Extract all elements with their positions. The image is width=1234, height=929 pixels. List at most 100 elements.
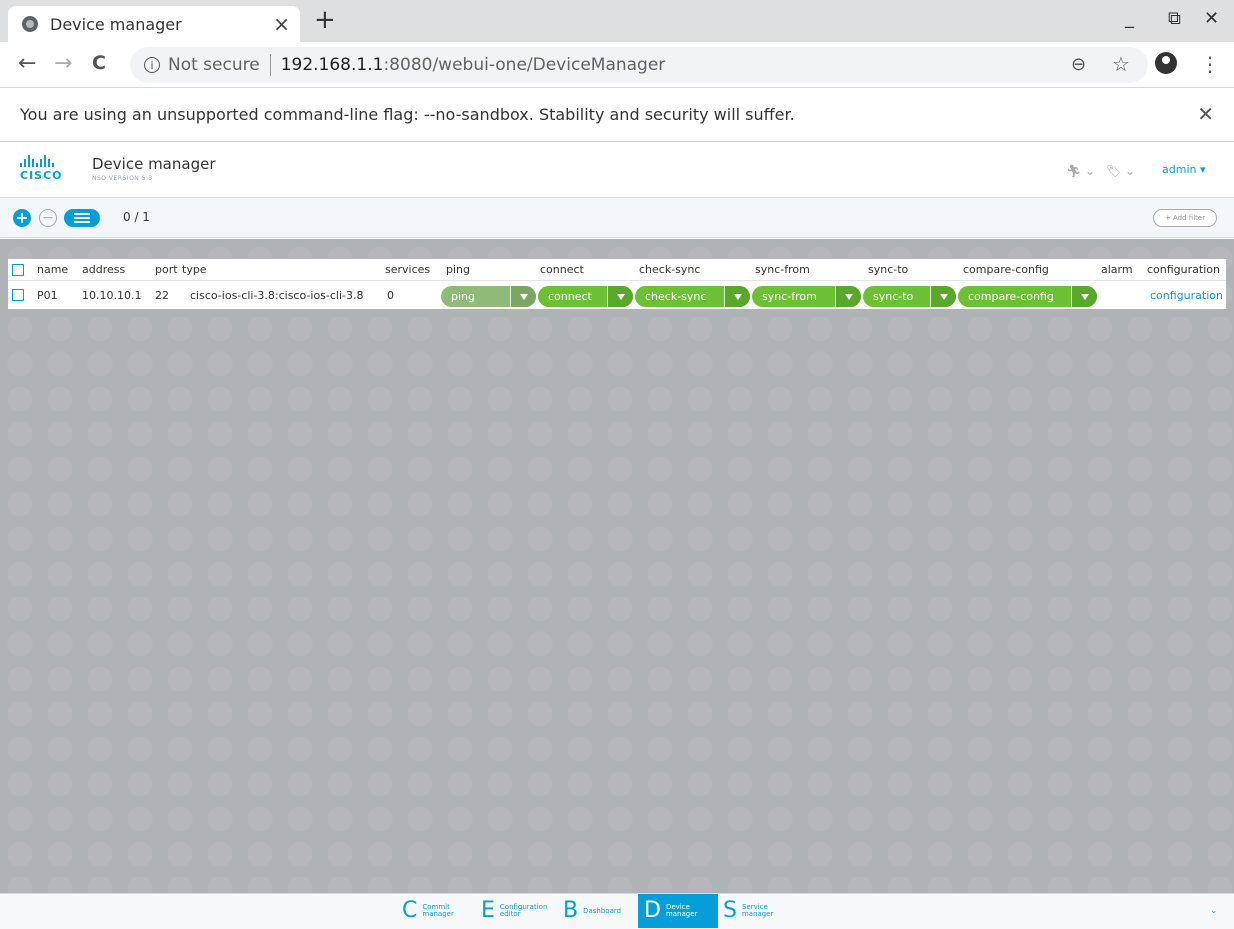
- cell-services: 0: [387, 288, 394, 302]
- browser-menu-icon[interactable]: ⋮: [1200, 52, 1220, 76]
- cisco-logo: CISCO: [20, 155, 63, 182]
- profile-avatar-icon[interactable]: [1155, 52, 1177, 74]
- remove-device-button[interactable]: −: [39, 209, 57, 227]
- cisco-bars-icon: [20, 155, 63, 167]
- device-table: name address port type services ping con…: [8, 259, 1226, 309]
- compare-config-label: compare-config: [968, 290, 1054, 303]
- warning-infobar: You are using an unsupported command-lin…: [0, 88, 1234, 142]
- sync-from-action-button[interactable]: sync-from: [752, 286, 861, 307]
- url-path: :8080/webui-one/DeviceManager: [383, 55, 666, 75]
- browser-tab-strip: Device manager × + _ ⧉ ✕: [0, 0, 1234, 42]
- col-address[interactable]: address: [82, 259, 125, 280]
- app-version: NSO VERSION 5.3: [92, 175, 153, 182]
- check-sync-action-button[interactable]: check-sync: [635, 286, 750, 307]
- col-port[interactable]: port: [155, 259, 178, 280]
- app-header: CISCO Device manager NSO VERSION 5.3 🏃︎ …: [0, 143, 1234, 198]
- zoom-icon[interactable]: ⊖: [1071, 54, 1086, 75]
- tag-icon[interactable]: 🏷︎ ⌄: [1106, 164, 1135, 178]
- add-filter-button[interactable]: + Add filter: [1153, 209, 1217, 227]
- select-all-checkbox[interactable]: [12, 263, 24, 276]
- sync-from-dropdown-icon[interactable]: [835, 286, 861, 307]
- connect-dropdown-icon[interactable]: [607, 286, 633, 307]
- tab-title: Device manager: [50, 14, 182, 34]
- compare-config-action-button[interactable]: compare-config: [958, 286, 1097, 307]
- col-sync-from[interactable]: sync-from: [755, 259, 810, 280]
- configuration-link[interactable]: configuration: [1150, 281, 1223, 309]
- dock-letter: B: [563, 898, 579, 923]
- selection-count: 0 / 1: [123, 210, 150, 224]
- dock-configuration-editor[interactable]: E Configuration editor: [481, 894, 559, 928]
- url-host: 192.168.1.1: [280, 55, 384, 75]
- bookmark-star-icon[interactable]: ☆: [1112, 52, 1130, 76]
- cell-name: P01: [37, 288, 58, 302]
- dock-letter: D: [644, 898, 661, 923]
- cell-address: 10.10.10.1: [82, 288, 142, 302]
- workspace: name address port type services ping con…: [0, 239, 1234, 893]
- col-configuration[interactable]: configuration: [1147, 259, 1220, 280]
- runner-icon[interactable]: 🏃︎ ⌄: [1066, 164, 1095, 178]
- dock-service-manager[interactable]: S Service manager: [721, 894, 801, 928]
- dock-label: Service manager: [741, 903, 774, 918]
- minimize-icon[interactable]: _: [1125, 8, 1134, 29]
- table-header: name address port type services ping con…: [8, 259, 1226, 281]
- dock-letter: S: [723, 898, 737, 923]
- add-device-button[interactable]: +: [13, 209, 31, 227]
- check-sync-dropdown-icon[interactable]: [724, 286, 750, 307]
- logo-text: CISCO: [20, 169, 63, 182]
- dock-commit-manager[interactable]: C Commit manager: [400, 894, 466, 928]
- col-services[interactable]: services: [385, 259, 430, 280]
- address-bar: ← → C i Not secure 192.168.1.1 :8080/web…: [0, 42, 1234, 88]
- list-view-icon[interactable]: [64, 209, 100, 227]
- table-row[interactable]: P01 10.10.10.1 22 cisco-ios-cli-3.8:cisc…: [8, 281, 1226, 309]
- dock-device-manager[interactable]: D Device manager: [638, 894, 718, 928]
- ping-label: ping: [451, 290, 475, 303]
- device-toolbar: + − 0 / 1 + Add filter: [0, 198, 1234, 238]
- reload-icon[interactable]: C: [92, 52, 106, 74]
- connect-label: connect: [548, 290, 592, 303]
- omnibox-divider: [269, 54, 271, 76]
- sync-from-label: sync-from: [762, 290, 817, 303]
- security-label: Not secure: [168, 55, 260, 75]
- infobar-message: You are using an unsupported command-lin…: [20, 105, 795, 124]
- col-compare-config[interactable]: compare-config: [963, 259, 1049, 280]
- page-title: Device manager: [92, 155, 216, 173]
- tab-close-icon[interactable]: ×: [273, 12, 290, 36]
- restore-icon[interactable]: ⧉: [1168, 8, 1181, 29]
- col-alarm[interactable]: alarm: [1101, 259, 1133, 280]
- dock-label: Dashboard: [583, 906, 622, 915]
- back-icon[interactable]: ←: [18, 51, 36, 76]
- url-field[interactable]: i Not secure 192.168.1.1 :8080/webui-one…: [130, 47, 1148, 83]
- chevron-down-icon[interactable]: ⌄: [1210, 906, 1218, 916]
- dock-label: Device manager: [665, 903, 698, 918]
- sync-to-label: sync-to: [873, 290, 914, 303]
- user-menu[interactable]: admin ▾: [1162, 163, 1205, 176]
- dock-letter: C: [402, 898, 418, 923]
- dock-label: Commit manager: [422, 903, 454, 918]
- sync-to-action-button[interactable]: sync-to: [863, 286, 956, 307]
- globe-icon: [22, 16, 38, 32]
- ping-action-button[interactable]: ping: [441, 286, 536, 307]
- col-type[interactable]: type: [182, 259, 207, 280]
- col-name[interactable]: name: [37, 259, 68, 280]
- cell-port: 22: [155, 288, 169, 302]
- browser-tab[interactable]: Device manager ×: [8, 6, 300, 42]
- dock-letter: E: [481, 898, 495, 923]
- dock-label: Configuration editor: [499, 903, 548, 918]
- cell-type: cisco-ios-cli-3.8:cisco-ios-cli-3.8: [190, 288, 364, 302]
- col-sync-to[interactable]: sync-to: [868, 259, 908, 280]
- col-ping[interactable]: ping: [446, 259, 470, 280]
- new-tab-button[interactable]: +: [314, 7, 336, 33]
- col-connect[interactable]: connect: [540, 259, 584, 280]
- infobar-close-icon[interactable]: ✕: [1197, 102, 1214, 126]
- app-dock: C Commit manager E Configuration editor …: [0, 893, 1234, 929]
- forward-icon[interactable]: →: [54, 51, 72, 76]
- col-check-sync[interactable]: check-sync: [639, 259, 700, 280]
- dock-dashboard[interactable]: B Dashboard: [563, 894, 637, 928]
- compare-config-dropdown-icon[interactable]: [1071, 286, 1097, 307]
- sync-to-dropdown-icon[interactable]: [930, 286, 956, 307]
- ping-dropdown-icon[interactable]: [510, 286, 536, 307]
- info-icon[interactable]: i: [144, 57, 160, 73]
- row-checkbox[interactable]: [12, 289, 24, 301]
- connect-action-button[interactable]: connect: [538, 286, 633, 307]
- close-window-icon[interactable]: ✕: [1204, 8, 1219, 29]
